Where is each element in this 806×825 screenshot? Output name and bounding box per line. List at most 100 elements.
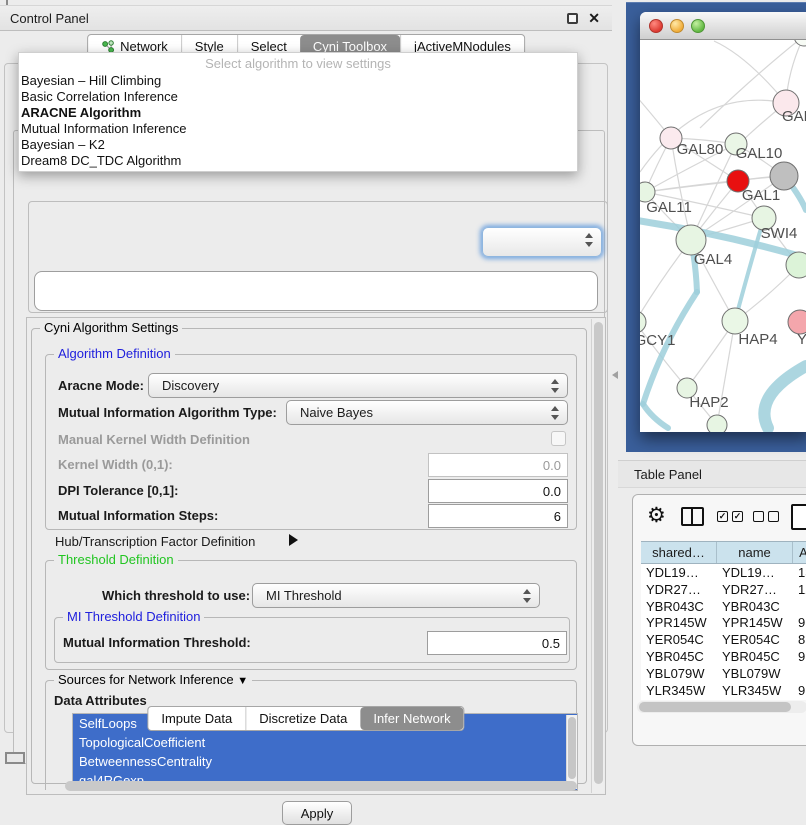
attribute-item[interactable]: TopologicalCoefficient [73,733,577,752]
table-row[interactable]: YDR27…YDR27…12 [641,581,806,598]
unchecked-checkbox-icon[interactable] [768,511,779,522]
manual-kernel-label: Manual Kernel Width Definition [58,432,250,447]
network-edge-highlight [735,218,764,321]
table-cell: YDL19… [717,564,793,581]
algorithm-definition-group: Algorithm Definition Aracne Mode: Discov… [45,354,577,530]
sources-legend: Sources for Network Inference ▼ [54,672,252,687]
table-row[interactable]: YPR145WYPR145W9. [641,614,806,631]
splitter-arrow-icon[interactable] [612,371,618,379]
network-window-titlebar[interactable] [640,12,806,40]
table-cell: YIL052C [717,698,793,700]
kernel-width-field[interactable]: 0.0 [428,453,568,477]
table-horizontal-scrollbar[interactable] [637,701,806,713]
table-cell: 12 [793,581,806,598]
control-panel-titlebar: Control Panel ✕ [0,5,612,31]
table-row[interactable]: YER054CYER054C8. [641,631,806,648]
network-node-label: GCY1 [640,332,675,349]
table-cell: YLR345W [641,682,717,699]
network-node[interactable] [707,415,727,432]
network-window: GALGAL80GAL10GAL1GAL11SWI4GAL4GCY1HAP4YH… [640,12,806,432]
aracne-mode-value: Discovery [162,378,219,393]
aracne-mode-label: Aracne Mode: [58,378,144,393]
network-graph[interactable]: GALGAL80GAL10GAL1GAL11SWI4GAL4GCY1HAP4YH… [640,40,806,432]
column-header[interactable]: shared… [641,542,717,563]
collapse-down-icon[interactable]: ▼ [237,675,248,687]
algorithm-combo-partial[interactable] [482,227,602,257]
table-cell [793,598,806,615]
table-cell: YIL052C [641,698,717,700]
table-cell: YBR043C [717,598,793,615]
dropdown-item[interactable]: ARACNE Algorithm [19,105,577,121]
network-canvas[interactable]: GALGAL80GAL10GAL1GAL11SWI4GAL4GCY1HAP4YH… [640,40,806,432]
mi-type-combo[interactable]: Naive Bayes [286,400,568,425]
manual-kernel-checkbox[interactable] [551,431,566,446]
columns-icon[interactable] [681,507,704,526]
settings-horizontal-scrollbar[interactable] [57,780,591,792]
network-node[interactable] [640,311,646,333]
sources-legend-text: Sources for Network Inference [58,672,234,687]
algorithm-dropdown-popup: Select algorithm to view settings Bayesi… [18,52,578,172]
settings-vertical-scrollbar[interactable] [591,319,604,793]
table-row[interactable]: YBR043CYBR043C [641,598,806,615]
checked-checkbox-icon[interactable]: ✓ [717,511,728,522]
cyni-bottom-tab-bar: Impute DataDiscretize DataInfer Network [147,706,464,731]
table-row[interactable]: YBR045CYBR045C9. [641,648,806,665]
list-scrollbar[interactable] [566,715,577,789]
checked-checkbox-icon[interactable]: ✓ [732,511,743,522]
sources-group: Sources for Network Inference ▼ Data Att… [45,680,577,790]
network-node-label: GAL10 [736,145,783,162]
apply-button[interactable]: Apply [282,801,352,825]
zoom-traffic-light-icon[interactable] [691,19,705,33]
tab-discretize-data[interactable]: Discretize Data [245,707,360,730]
tab-impute-data[interactable]: Impute Data [148,707,245,730]
table-cell: YBL079W [641,665,717,682]
expand-right-icon[interactable] [289,533,298,548]
table-row[interactable]: YBL079WYBL079W [641,665,806,682]
which-threshold-value: MI Threshold [266,588,342,603]
table-row[interactable]: YLR345WYLR345W9. [641,682,806,699]
network-node-label: GAL [782,108,806,125]
close-icon[interactable]: ✕ [588,10,600,27]
mi-steps-label: Mutual Information Steps: [58,508,218,523]
table-row[interactable]: YDL19…YDL19…13 [641,564,806,581]
table-body[interactable]: YDL19…YDL19…13YDR27…YDR27…12YBR043CYBR04… [641,564,806,700]
column-header[interactable]: name [717,542,793,563]
gear-icon[interactable]: ⚙ [647,503,666,528]
table-cell: YER054C [641,631,717,648]
dropdown-item[interactable]: Bayesian – Hill Climbing [19,73,577,89]
close-traffic-light-icon[interactable] [649,19,663,33]
dropdown-item[interactable]: Bayesian – K2 [19,137,577,153]
combo-spinner-icon [551,406,559,420]
document-icon[interactable] [791,504,806,530]
threshold-definition-group: Threshold Definition Which threshold to … [45,560,577,670]
dropdown-item[interactable]: Mutual Information Inference [19,121,577,137]
unchecked-checkbox-icon[interactable] [753,511,764,522]
table-cell: 9. [793,614,806,631]
mi-steps-field[interactable]: 6 [428,504,568,528]
column-header[interactable]: A [793,542,806,563]
threshold-definition-legend: Threshold Definition [54,552,178,567]
mi-threshold-field[interactable]: 0.5 [427,631,567,655]
node-table: shared…nameA YDL19…YDL19…13YDR27…YDR27…1… [641,541,806,700]
dock-chip-partial [5,752,25,764]
network-node-label: GAL80 [677,141,724,158]
table-cell: YBL079W [717,665,793,682]
table-cell: 9 [793,698,806,700]
float-icon[interactable] [567,13,578,24]
minimize-traffic-light-icon[interactable] [670,19,684,33]
dropdown-item[interactable]: Dream8 DC_TDC Algorithm [19,153,577,169]
table-cell: 9. [793,648,806,665]
dropdown-item[interactable]: Basic Correlation Inference [19,89,577,105]
mi-threshold-label: Mutual Information Threshold: [63,635,251,650]
dpi-tolerance-field[interactable]: 0.0 [428,479,568,503]
aracne-mode-combo[interactable]: Discovery [148,373,568,398]
table-cell: 9. [793,682,806,699]
tab-infer-network[interactable]: Infer Network [360,707,463,730]
network-node[interactable] [770,162,798,190]
control-panel-title: Control Panel [10,11,89,26]
table-row[interactable]: YIL052CYIL052C9 [641,698,806,700]
which-threshold-combo[interactable]: MI Threshold [252,583,540,608]
table-cell: YDR27… [717,581,793,598]
network-node-label: GAL4 [694,251,732,268]
hub-definition-label[interactable]: Hub/Transcription Factor Definition [55,534,255,549]
